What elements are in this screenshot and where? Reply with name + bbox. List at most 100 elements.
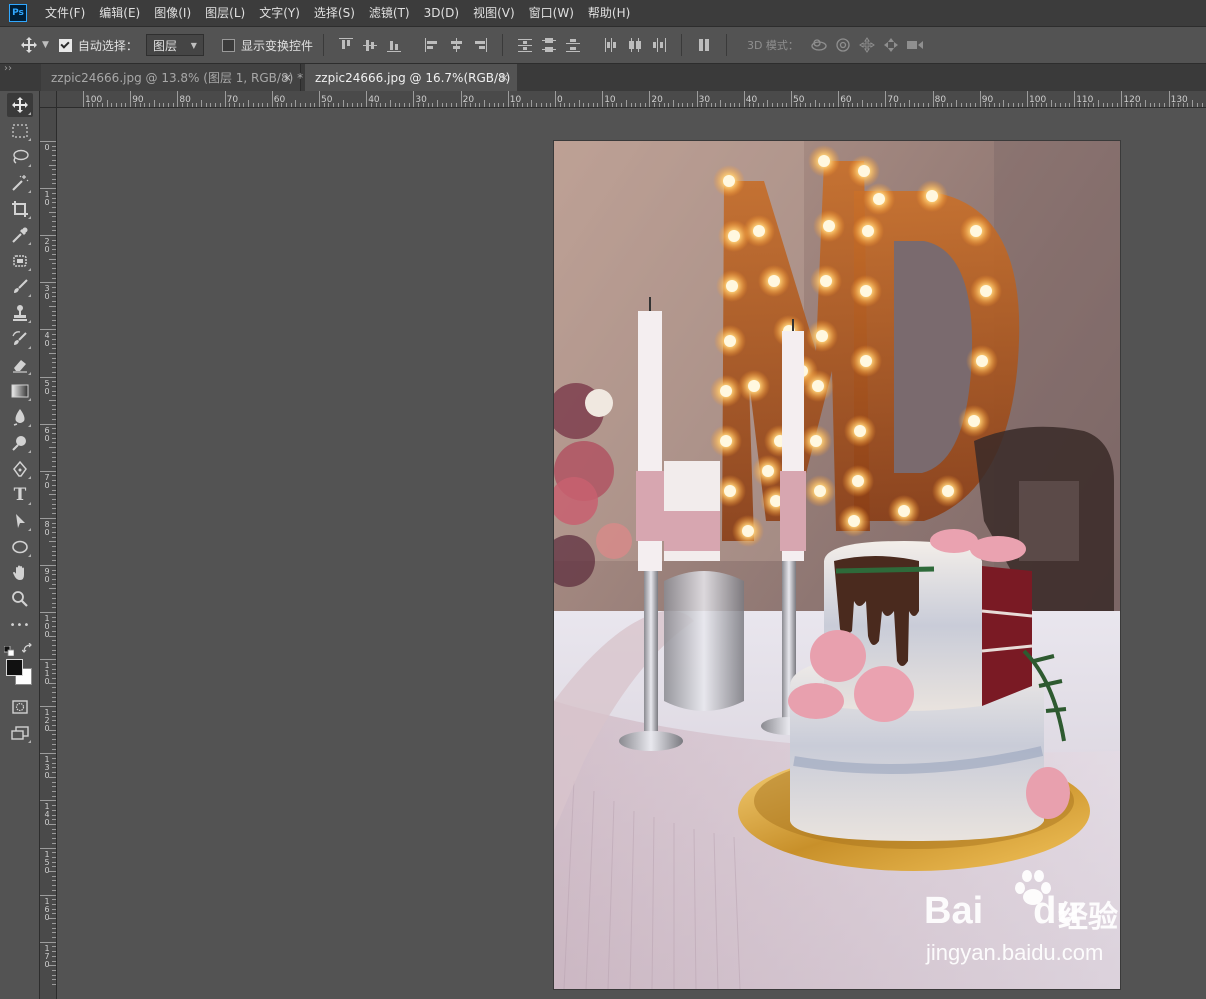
move-tool-preset-icon[interactable] bbox=[20, 36, 38, 54]
ruler-minor-tick bbox=[352, 103, 354, 107]
ruler-minor-tick bbox=[52, 484, 56, 486]
ruler-minor-tick bbox=[52, 922, 56, 924]
3d-scale-icon[interactable] bbox=[906, 37, 924, 53]
3d-roll-icon[interactable] bbox=[834, 37, 852, 53]
ruler-minor-tick bbox=[52, 842, 56, 844]
align-top-icon[interactable] bbox=[338, 37, 354, 53]
menu-layer[interactable]: 图层(L) bbox=[198, 0, 252, 26]
align-right-icon[interactable] bbox=[472, 37, 488, 53]
chevron-down-icon: ▼ bbox=[190, 40, 197, 50]
distribute-top-icon[interactable] bbox=[517, 37, 533, 53]
eyedropper-icon[interactable] bbox=[7, 223, 33, 247]
menu-select[interactable]: 选择(S) bbox=[307, 0, 362, 26]
panel-collapse-icon[interactable]: ›› bbox=[4, 64, 12, 74]
align-vertical-center-icon[interactable] bbox=[362, 37, 378, 53]
rectangular-marquee-icon[interactable] bbox=[7, 119, 33, 143]
ruler-minor-tick bbox=[781, 103, 783, 107]
menu-file[interactable]: 文件(F) bbox=[38, 0, 92, 26]
3d-pan-icon[interactable] bbox=[858, 37, 876, 53]
healing-brush-icon[interactable] bbox=[7, 249, 33, 273]
clone-stamp-icon[interactable] bbox=[7, 301, 33, 325]
menu-image[interactable]: 图像(I) bbox=[147, 0, 198, 26]
auto-align-layers-icon[interactable] bbox=[696, 37, 712, 53]
close-icon[interactable]: × bbox=[283, 71, 292, 84]
distribute-horizontal-center-icon[interactable] bbox=[627, 37, 643, 53]
eraser-icon[interactable] bbox=[7, 353, 33, 377]
ruler-major-tick bbox=[1074, 91, 1076, 107]
history-brush-icon[interactable] bbox=[7, 327, 33, 351]
distribute-right-icon[interactable] bbox=[651, 37, 667, 53]
ellipse-icon[interactable] bbox=[7, 535, 33, 559]
ruler-minor-tick bbox=[1078, 103, 1080, 107]
ruler-minor-tick bbox=[52, 805, 56, 807]
ruler-minor-tick bbox=[52, 418, 56, 420]
foreground-color-swatch[interactable] bbox=[6, 659, 23, 676]
menu-3d[interactable]: 3D(D) bbox=[417, 0, 466, 26]
menu-window[interactable]: 窗口(W) bbox=[522, 0, 581, 26]
ruler-minor-tick bbox=[52, 904, 56, 906]
screen-mode-icon[interactable] bbox=[7, 721, 33, 745]
pen-icon[interactable] bbox=[7, 457, 33, 481]
quick-mask-icon[interactable] bbox=[7, 695, 33, 719]
ruler-minor-tick bbox=[290, 103, 292, 107]
gradient-icon[interactable] bbox=[7, 379, 33, 403]
ruler-minor-tick bbox=[658, 103, 660, 107]
lasso-icon[interactable] bbox=[7, 145, 33, 169]
tab-document-1[interactable]: zzpic24666.jpg @ 13.8% (图层 1, RGB/8) * × bbox=[41, 64, 303, 91]
auto-select-checkbox[interactable] bbox=[58, 38, 72, 52]
distribute-vertical-center-icon[interactable] bbox=[541, 37, 557, 53]
ruler-minor-tick bbox=[309, 103, 311, 107]
magic-wand-icon[interactable] bbox=[7, 171, 33, 195]
show-transform-checkbox[interactable] bbox=[221, 38, 235, 52]
ruler-major-tick bbox=[40, 282, 56, 284]
align-horizontal-center-icon[interactable] bbox=[448, 37, 464, 53]
ruler-minor-tick bbox=[52, 197, 56, 199]
ruler-origin[interactable] bbox=[40, 91, 57, 108]
ruler-major-tick bbox=[40, 706, 56, 708]
move-tool-icon[interactable] bbox=[7, 93, 33, 117]
ruler-major-tick bbox=[40, 753, 56, 755]
align-bottom-icon[interactable] bbox=[386, 37, 402, 53]
ruler-minor-tick bbox=[52, 692, 56, 694]
3d-orbit-icon[interactable] bbox=[810, 37, 828, 53]
distribute-bottom-icon[interactable] bbox=[565, 37, 581, 53]
menu-view[interactable]: 视图(V) bbox=[466, 0, 522, 26]
auto-select-target-dropdown[interactable]: 图层 ▼ bbox=[145, 34, 204, 56]
ruler-label: 50 bbox=[321, 95, 333, 105]
type-tool-icon[interactable]: T bbox=[7, 483, 33, 507]
menu-filter[interactable]: 滤镜(T) bbox=[362, 0, 417, 26]
ruler-minor-tick bbox=[748, 103, 750, 107]
dodge-icon[interactable] bbox=[7, 431, 33, 455]
close-icon[interactable]: × bbox=[500, 71, 509, 84]
ruler-minor-tick bbox=[819, 103, 821, 107]
tab-document-2[interactable]: zzpic24666.jpg @ 16.7%(RGB/8) × bbox=[305, 64, 517, 91]
vertical-ruler[interactable]: 0 10 20 30 40 50 60 70 80 90 100 110 120 130 140 150 160… bbox=[40, 108, 57, 999]
swap-colors-icon[interactable] bbox=[21, 640, 34, 653]
ruler-minor-tick bbox=[1083, 103, 1085, 107]
more-tools-icon[interactable]: ••• bbox=[7, 613, 33, 637]
menu-type[interactable]: 文字(Y) bbox=[252, 0, 307, 26]
path-selection-icon[interactable] bbox=[7, 509, 33, 533]
distribute-left-icon[interactable] bbox=[603, 37, 619, 53]
ruler-minor-tick bbox=[52, 385, 56, 387]
default-colors-icon[interactable] bbox=[3, 641, 15, 657]
zoom-icon[interactable] bbox=[7, 587, 33, 611]
ruler-minor-tick bbox=[52, 767, 56, 769]
ruler-label: 60 bbox=[840, 95, 852, 105]
ruler-minor-tick bbox=[52, 338, 56, 340]
ruler-minor-tick bbox=[795, 103, 797, 107]
crop-icon[interactable] bbox=[7, 197, 33, 221]
menu-help[interactable]: 帮助(H) bbox=[581, 0, 637, 26]
horizontal-ruler[interactable]: 100 90 80 70 60 50 40 30 20 10 0 10 20 30 40 50 60 70 80 90… bbox=[57, 91, 1206, 108]
ruler-minor-tick bbox=[49, 682, 56, 684]
brush-icon[interactable] bbox=[7, 275, 33, 299]
blur-icon[interactable] bbox=[7, 405, 33, 429]
ruler-minor-tick bbox=[49, 494, 56, 496]
menu-edit[interactable]: 编辑(E) bbox=[92, 0, 147, 26]
hand-icon[interactable] bbox=[7, 561, 33, 585]
3d-slide-icon[interactable] bbox=[882, 37, 900, 53]
align-left-icon[interactable] bbox=[424, 37, 440, 53]
document-canvas-image[interactable] bbox=[554, 141, 1120, 989]
ruler-minor-tick bbox=[52, 809, 56, 811]
chevron-down-icon[interactable]: ▼ bbox=[42, 40, 49, 50]
